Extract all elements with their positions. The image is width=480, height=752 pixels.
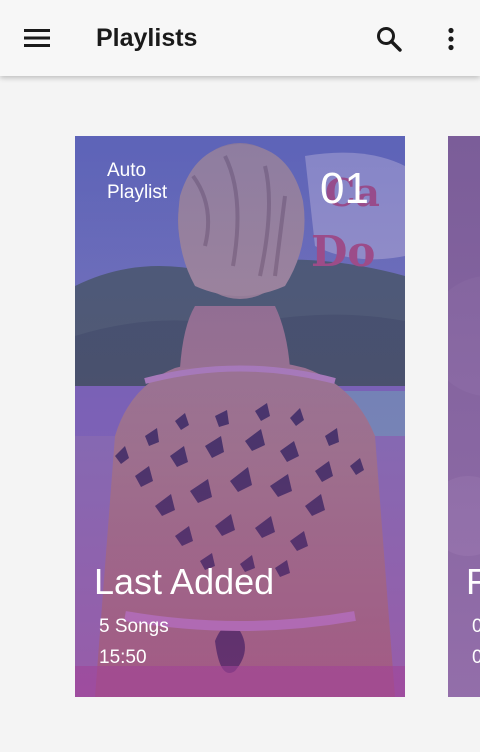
top-app-bar: Playlists xyxy=(0,0,480,76)
cover-tint-overlay xyxy=(448,136,480,697)
playlist-card[interactable]: F 0 0 xyxy=(448,136,480,697)
playlist-duration: 15:50 xyxy=(99,647,147,668)
playlist-song-count: 5 Songs xyxy=(99,616,169,637)
cover-tint-overlay xyxy=(75,136,405,697)
menu-button[interactable] xyxy=(12,15,62,61)
more-vert-icon xyxy=(448,27,454,51)
page-title: Playlists xyxy=(96,24,198,52)
more-options-button[interactable] xyxy=(428,16,474,62)
playlist-name: Last Added xyxy=(94,561,275,602)
menu-icon xyxy=(24,29,50,47)
playlist-name: F xyxy=(466,561,480,602)
search-icon xyxy=(377,27,402,52)
auto-playlist-label: Auto Playlist xyxy=(107,160,168,203)
playlist-number: 01 xyxy=(320,164,369,213)
playlist-pager[interactable]: Ca Do xyxy=(0,76,480,752)
search-button[interactable] xyxy=(366,16,412,62)
playlist-card[interactable]: Ca Do xyxy=(75,136,405,697)
playlist-duration: 0 xyxy=(472,647,480,668)
playlist-song-count: 0 xyxy=(472,616,480,637)
